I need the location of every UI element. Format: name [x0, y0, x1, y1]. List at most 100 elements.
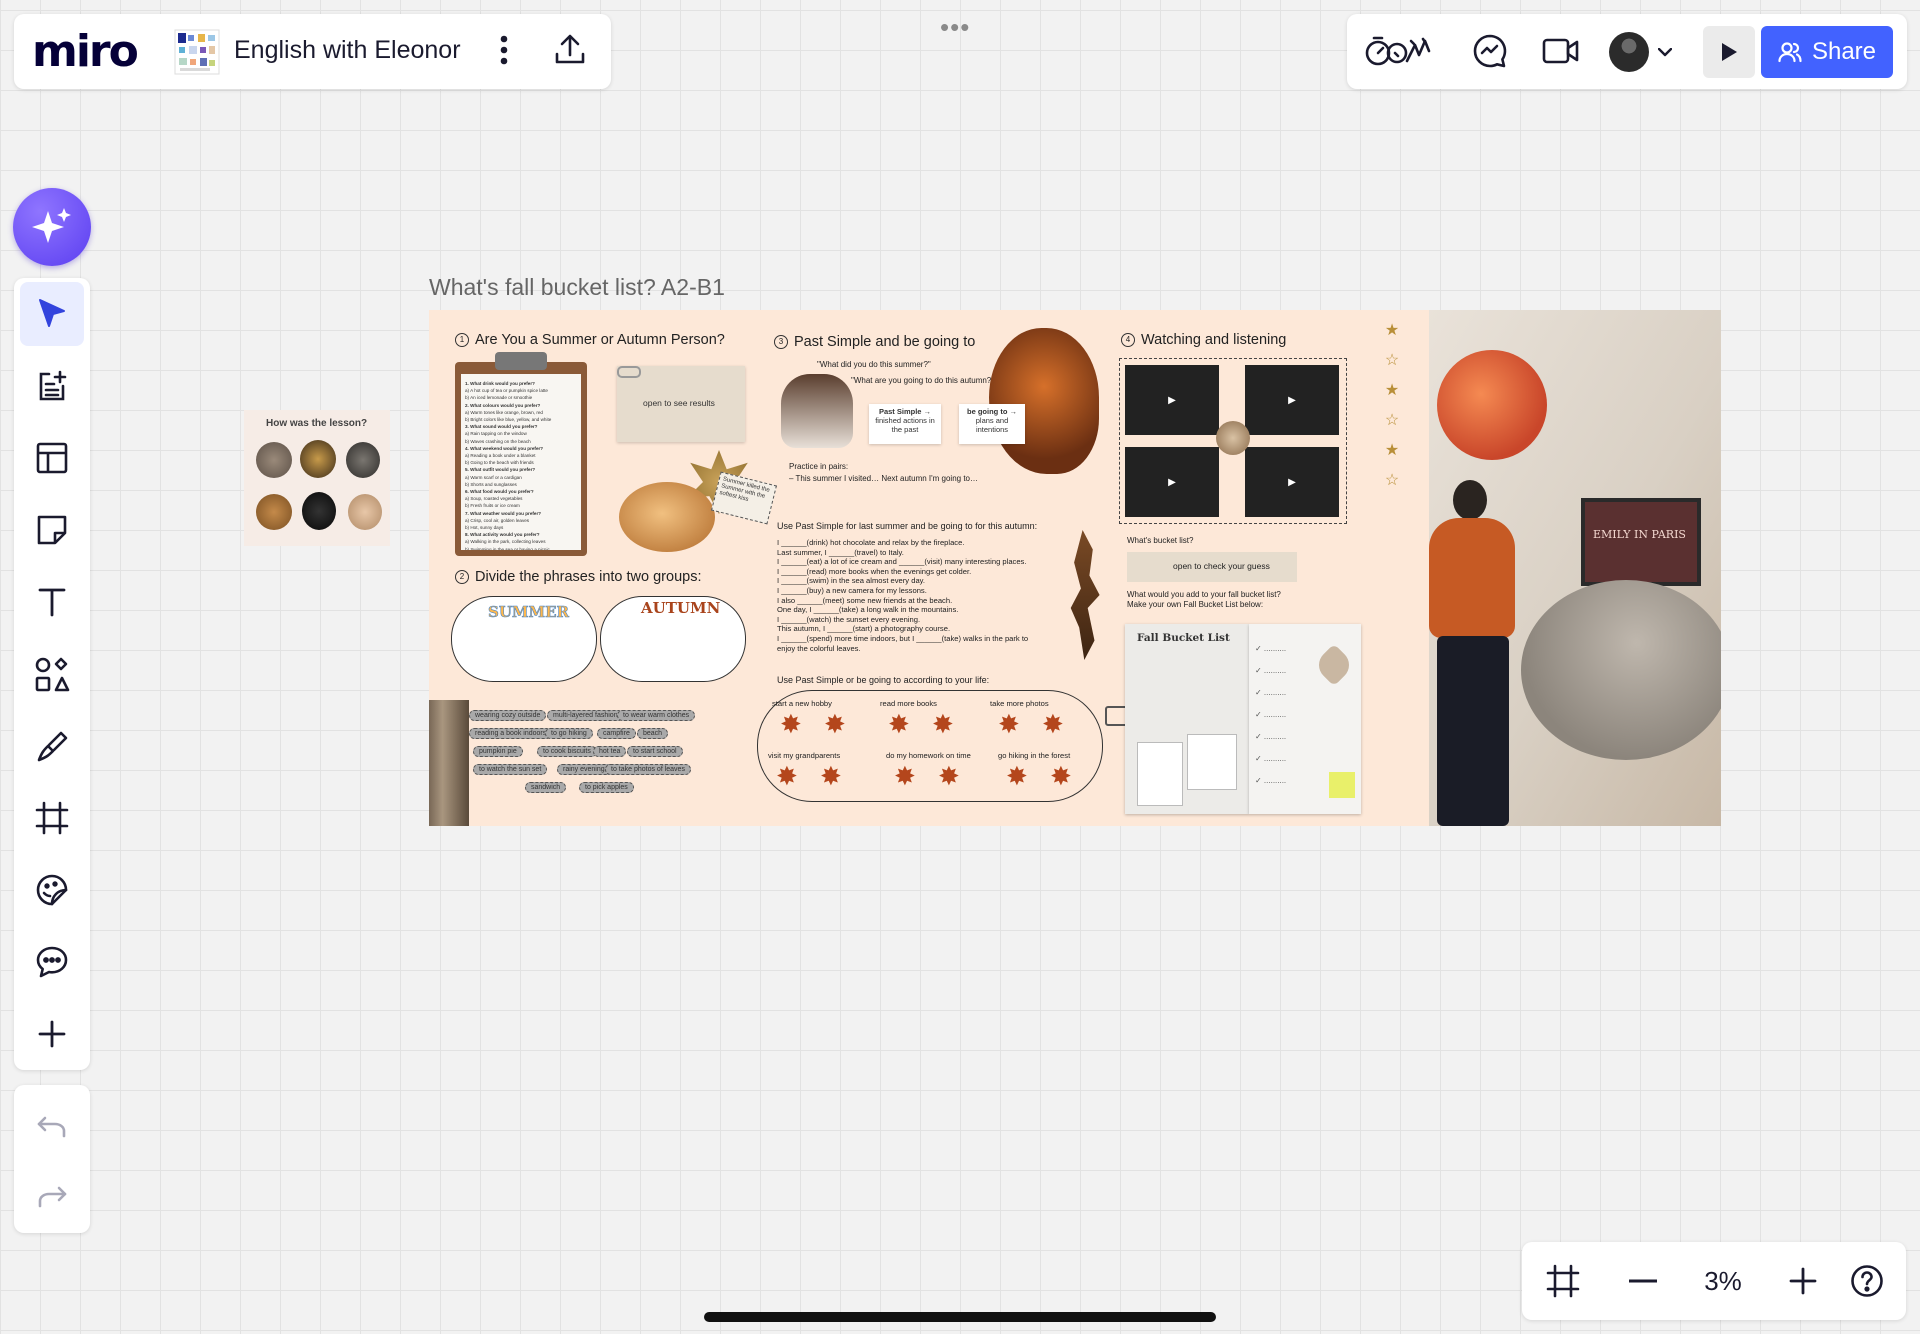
fit-to-screen-icon[interactable] [1542, 1260, 1584, 1302]
emoji-sticker-icon[interactable] [20, 858, 84, 922]
video-call-icon[interactable] [1539, 30, 1583, 72]
clipboard-quiz[interactable]: 1. What drink would you prefer? a) A hot … [455, 352, 587, 556]
frame-title[interactable]: What's fall bucket list? A2-B1 [429, 274, 725, 301]
phrase-chip[interactable]: to wear warm clothes [617, 710, 696, 721]
cat-image [256, 494, 292, 530]
phrase-chip[interactable]: sandwich [525, 782, 567, 793]
bucket-prompt-1: What would you add to your fall bucket l… [1127, 590, 1281, 599]
feedback-card[interactable]: How was the lesson? [244, 410, 390, 546]
exercise-line: Last summer, I ______(travel) to Italy. [777, 547, 904, 557]
add-doc-icon[interactable] [20, 354, 84, 418]
comment-icon[interactable] [20, 930, 84, 994]
zoom-in-icon[interactable] [1782, 1260, 1824, 1302]
export-upload-icon[interactable] [550, 30, 590, 70]
reactions-timer-icon[interactable] [1363, 30, 1437, 72]
share-label: Share [1811, 38, 1877, 65]
phrase-chip[interactable]: beach [637, 728, 669, 739]
section-1-title: 1 Are You a Summer or Autumn Person? [455, 332, 725, 348]
summer-group-box[interactable]: SUMMER [451, 596, 597, 682]
home-indicator [704, 1312, 1216, 1322]
share-button[interactable]: Share [1761, 26, 1893, 78]
more-options-icon[interactable] [484, 30, 524, 70]
section-number: 4 [1121, 333, 1135, 348]
bucket-list-card[interactable]: Fall Bucket List [1125, 624, 1249, 814]
pen-icon[interactable] [20, 714, 84, 778]
candle-decor-image [1216, 421, 1250, 455]
drag-handle-icon[interactable]: ••• [940, 12, 970, 43]
phrase-chip[interactable]: to watch the sun set [473, 764, 548, 775]
sticky-note-icon[interactable] [20, 498, 84, 562]
phrase-chip[interactable]: hot tea [593, 746, 627, 757]
polaroid-image [1187, 734, 1237, 790]
bucket-checklist[interactable]: ✓ .......... ✓ .......... ✓ .......... ✓ ..… [1249, 624, 1361, 814]
guess-card[interactable]: open to check your guess [1127, 552, 1297, 582]
open-results-label: open to see results [643, 398, 715, 408]
chevron-down-icon[interactable] [1655, 42, 1675, 62]
cat-image [300, 440, 336, 478]
video-3[interactable]: ▶ [1125, 447, 1219, 517]
chat-icon[interactable] [1469, 30, 1511, 72]
quiz-line: a) Rain tapping on the window [465, 431, 527, 437]
life-items-box[interactable]: start a new hobby ✸ ✸ read more books ✸ ✸ take… [757, 690, 1103, 802]
section-3-title: 3 Past Simple and be going to [774, 334, 975, 350]
life-item: start a new hobby [772, 699, 832, 708]
quote-note: Summer killed the Summer with the softes… [711, 471, 777, 525]
phrase-chip[interactable]: to pick apples [579, 782, 634, 793]
help-icon[interactable] [1846, 1260, 1888, 1302]
templates-icon[interactable] [20, 426, 84, 490]
cat-image [302, 492, 336, 530]
sparkle-icon [32, 208, 71, 243]
zoom-out-icon[interactable] [1622, 1260, 1664, 1302]
frame-icon[interactable] [20, 786, 84, 850]
phrase-chip[interactable]: wearing cozy outside [469, 710, 547, 721]
phrase-chip[interactable]: to take photos of leaves [605, 764, 691, 775]
maple-leaf-icon: ✸ [888, 709, 910, 739]
maple-leaf-icon: ✸ [780, 709, 802, 739]
cat-image [346, 442, 380, 478]
maple-leaf-icon: ✸ [932, 709, 954, 739]
phrase-chip[interactable]: to start school [627, 746, 683, 757]
checkmark-icon: ✓ .......... [1255, 666, 1287, 675]
phrase-chip[interactable]: multi-layered fashion [547, 710, 624, 721]
zoom-level[interactable]: 3% [1688, 1266, 1758, 1297]
quiz-line: a) Crisp, cool air, golden leaves [465, 517, 530, 523]
video-1[interactable]: ▶ [1125, 365, 1219, 435]
undo-icon[interactable] [28, 1103, 76, 1151]
feedback-title: How was the lesson? [266, 418, 368, 429]
phrase-chip[interactable]: campfire [597, 728, 636, 739]
video-2[interactable]: ▶ [1245, 365, 1339, 435]
phrase-chip[interactable]: reading a book indoors [469, 728, 553, 739]
phrase-chip[interactable]: to go hiking [545, 728, 593, 739]
board-thumbnail-icon[interactable] [174, 29, 220, 75]
ai-assist-button[interactable] [13, 188, 91, 266]
board-title[interactable]: English with Eleonor [234, 36, 461, 65]
past-simple-card: Past Simple → finished actions in the pa… [869, 404, 941, 444]
video-4[interactable]: ▶ [1245, 447, 1339, 517]
present-play-icon[interactable] [1703, 26, 1755, 78]
autumn-tree-image [989, 328, 1099, 474]
miro-logo[interactable]: miro [32, 26, 139, 77]
phrase-chip[interactable]: to cook biscuits [537, 746, 597, 757]
life-item: do my homework on time [886, 751, 971, 760]
summer-label: SUMMER [488, 603, 570, 622]
maple-leaf-icon: ✸ [1042, 709, 1064, 739]
section-2-label: Divide the phrases into two groups: [475, 569, 702, 585]
shapes-icon[interactable] [20, 642, 84, 706]
autumn-group-box[interactable]: AUTUMN [600, 596, 746, 682]
lesson-board-frame[interactable]: 1 Are You a Summer or Autumn Person? 1. W… [429, 310, 1721, 826]
section-number: 1 [455, 333, 469, 348]
text-icon[interactable] [20, 570, 84, 634]
quiz-line: b) Shorts and sunglasses [465, 481, 517, 487]
quiz-line: 3. What sound would you prefer? [465, 424, 538, 430]
person-image [1419, 480, 1529, 826]
user-avatar[interactable] [1609, 32, 1649, 72]
redo-icon[interactable] [28, 1173, 76, 1221]
cat-image [256, 442, 292, 478]
play-icon: ▶ [1168, 476, 1176, 488]
quiz-line: 1. What drink would you prefer? [465, 381, 535, 386]
practice-line: – This summer I visited… Next autumn I'm… [789, 474, 979, 483]
plus-icon[interactable] [20, 1002, 84, 1066]
phrase-chip[interactable]: pumpkin pie [473, 746, 523, 757]
sticky-note[interactable] [1329, 772, 1355, 798]
select-cursor-icon[interactable] [20, 282, 84, 346]
